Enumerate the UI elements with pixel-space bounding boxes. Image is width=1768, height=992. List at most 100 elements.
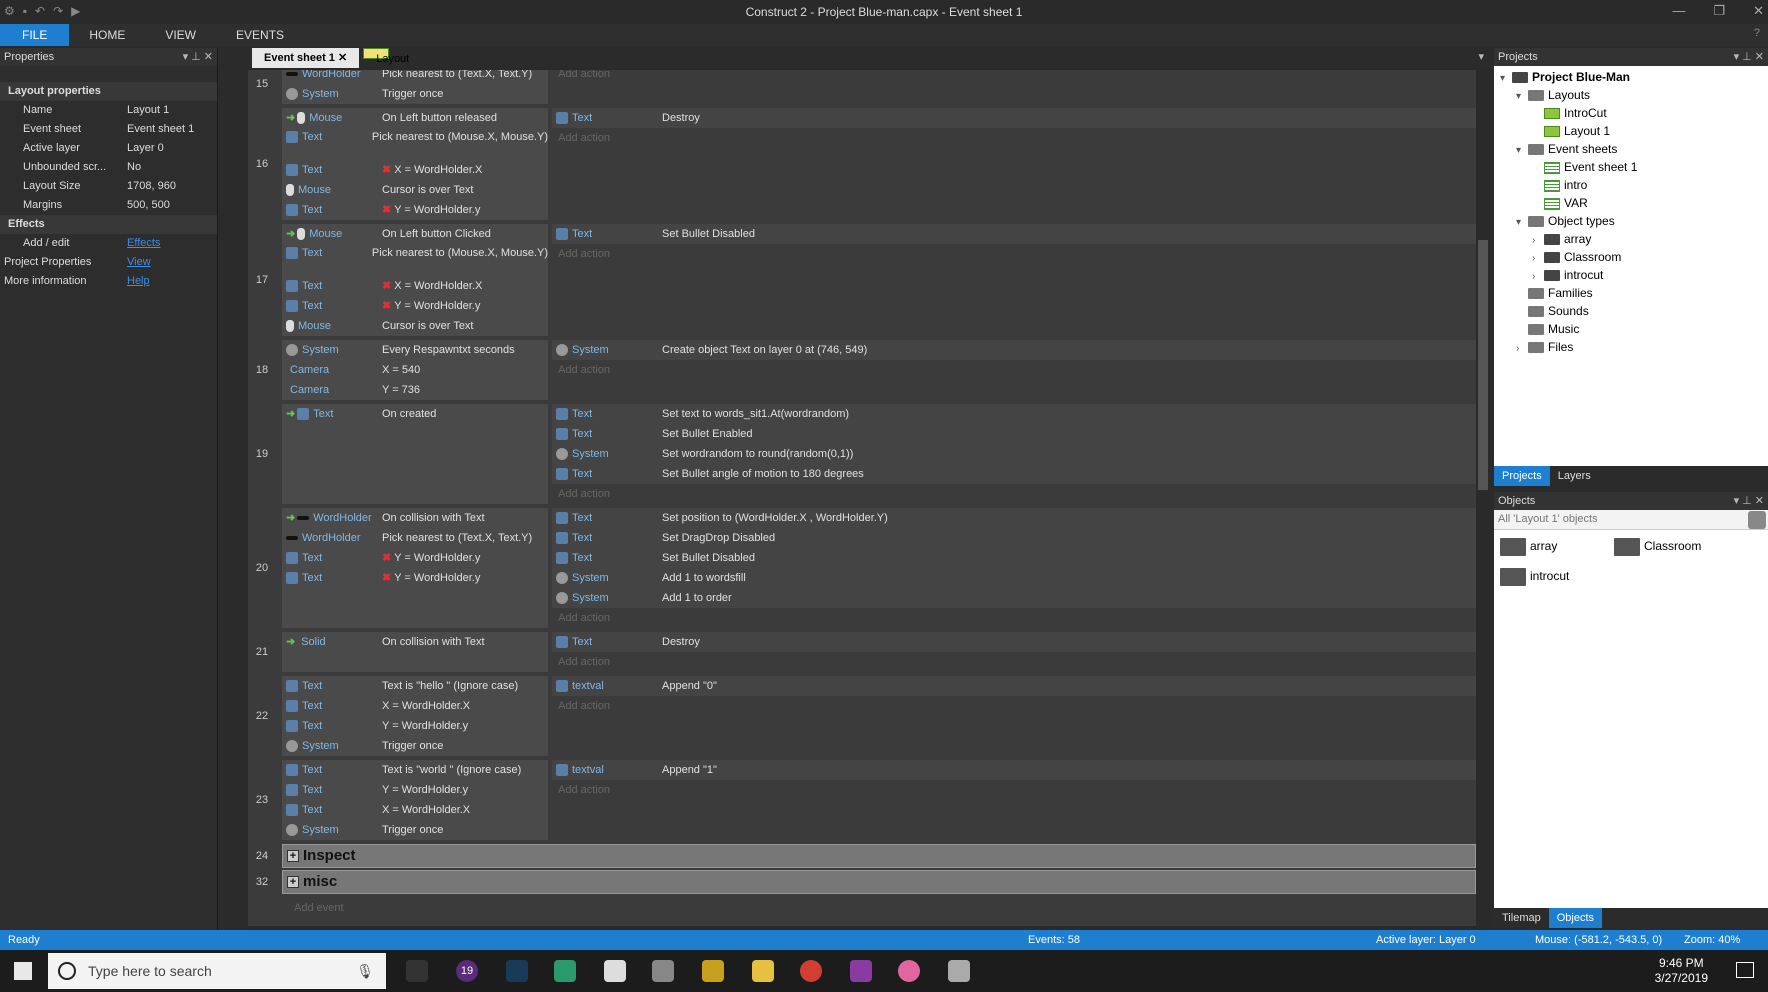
action-text[interactable]: Set wordrandom to round(random(0,1))	[652, 444, 1476, 464]
windows-start-icon[interactable]	[14, 962, 32, 980]
condition-row[interactable]: Text ✖ Y = WordHolder.y	[282, 548, 548, 568]
add-action-link[interactable]: Add action	[552, 70, 1476, 84]
action-text[interactable]: Add 1 to order	[652, 588, 1476, 608]
event-block[interactable]: ➜ Mouse On Left button Clicked Text Pick nea…	[282, 224, 1476, 336]
condition-row[interactable]: Mouse Cursor is over Text	[282, 180, 548, 200]
condition-row[interactable]: System Trigger once	[282, 84, 548, 104]
action-row[interactable]: Text Set Bullet Enabled	[552, 424, 1476, 444]
condition-text[interactable]: ✖ X = WordHolder.X	[382, 276, 548, 296]
tree-families[interactable]: Families	[1494, 284, 1768, 302]
condition-object[interactable]: Text	[282, 160, 382, 180]
condition-row[interactable]: Text ✖ Y = WordHolder.y	[282, 568, 548, 588]
event-block[interactable]: Text Text is "world " (Ignore case) Text Y …	[282, 760, 1476, 840]
tree-music[interactable]: Music	[1494, 320, 1768, 338]
condition-object[interactable]: Camera	[282, 380, 382, 400]
add-action-link[interactable]: Add action	[552, 608, 1476, 628]
condition-object[interactable]: Text	[282, 200, 382, 220]
object-item-array[interactable]: array	[1500, 538, 1557, 556]
tree-layouts[interactable]: ▾ Layouts	[1494, 86, 1768, 104]
event-conditions[interactable]: ➜ Solid On collision with Text	[282, 632, 548, 672]
condition-row[interactable]: ➜ WordHolder On collision with Text	[282, 508, 548, 528]
condition-object[interactable]: Text	[282, 568, 382, 588]
event-conditions[interactable]: ➜ WordHolder On collision with Text WordHol…	[282, 508, 548, 628]
condition-row[interactable]: Text Text is "world " (Ignore case)	[282, 760, 548, 780]
action-row[interactable]: Text Set DragDrop Disabled	[552, 528, 1476, 548]
action-row[interactable]: Text Destroy	[552, 108, 1476, 128]
event-actions[interactable]: Text Set Bullet Disabled Add action	[552, 224, 1476, 264]
action-object[interactable]: System	[552, 340, 652, 360]
action-row[interactable]: Text Set Bullet Disabled	[552, 548, 1476, 568]
condition-text[interactable]: ✖ Y = WordHolder.y	[382, 548, 548, 568]
panel-close-icon[interactable]: ▾ ⊥ ✕	[1734, 48, 1764, 66]
action-text[interactable]: Set position to (WordHolder.X , WordHold…	[652, 508, 1476, 528]
help-link[interactable]: Help	[127, 272, 217, 291]
tab-projects[interactable]: Projects	[1494, 466, 1550, 486]
event-group[interactable]: + Inspect	[282, 844, 1476, 868]
notification-icon[interactable]	[1736, 962, 1754, 978]
task-view-icon[interactable]	[406, 960, 428, 982]
prop-value[interactable]: Layout 1	[127, 101, 217, 120]
panel-close-icon[interactable]: ▾ ⊥ ✕	[183, 48, 213, 66]
event-block[interactable]: ➜ Solid On collision with Text Text Destroy A…	[282, 632, 1476, 672]
condition-text[interactable]: Y = WordHolder.y	[382, 780, 548, 800]
condition-object[interactable]: System	[282, 84, 382, 104]
tree-root[interactable]: ▾ Project Blue-Man	[1494, 68, 1768, 86]
condition-object[interactable]: Text	[282, 130, 372, 160]
ribbon-tab-events[interactable]: EVENTS	[216, 24, 304, 46]
condition-object[interactable]: Text	[282, 296, 382, 316]
condition-text[interactable]: Cursor is over Text	[382, 180, 548, 200]
event-actions[interactable]: Text Destroy Add action	[552, 108, 1476, 148]
action-row[interactable]: textval Append "1"	[552, 760, 1476, 780]
scrollbar-thumb[interactable]	[1478, 240, 1488, 490]
minimize-icon[interactable]: —	[1672, 3, 1685, 19]
action-object[interactable]: Text	[552, 224, 652, 244]
condition-row[interactable]: Text Text is "hello " (Ignore case)	[282, 676, 548, 696]
condition-text[interactable]: Trigger once	[382, 736, 548, 756]
event-actions[interactable]: System Create object Text on layer 0 at (…	[552, 340, 1476, 380]
condition-row[interactable]: Text Pick nearest to (Mouse.X, Mouse.Y)	[282, 244, 548, 276]
condition-object[interactable]: ➜ Mouse	[282, 108, 382, 128]
event-actions[interactable]: Text Destroy Add action	[552, 632, 1476, 672]
add-action-link[interactable]: Add action	[552, 484, 1476, 504]
action-row[interactable]: Text Destroy	[552, 632, 1476, 652]
vertical-scrollbar[interactable]	[1476, 70, 1490, 926]
condition-object[interactable]: ➜ WordHolder	[282, 508, 382, 528]
event-conditions[interactable]: Text Text is "hello " (Ignore case) Text X …	[282, 676, 548, 756]
action-row[interactable]: System Create object Text on layer 0 at (…	[552, 340, 1476, 360]
condition-row[interactable]: WordHolder Pick nearest to (Text.X, Text.…	[282, 70, 548, 84]
expand-icon[interactable]: +	[287, 850, 299, 862]
action-object[interactable]: System	[552, 444, 652, 464]
condition-text[interactable]: On created	[382, 404, 548, 424]
condition-row[interactable]: Text Y = WordHolder.y	[282, 780, 548, 800]
add-action-link[interactable]: Add action	[552, 244, 1476, 264]
prop-row[interactable]: Name Layout 1	[0, 101, 217, 120]
event-block[interactable]: ➜ WordHolder On collision with Text WordHol…	[282, 508, 1476, 628]
event-block[interactable]: Text Text is "hello " (Ignore case) Text X …	[282, 676, 1476, 756]
action-text[interactable]: Append "1"	[652, 760, 1476, 780]
condition-text[interactable]: ✖ Y = WordHolder.y	[382, 200, 548, 220]
condition-text[interactable]: Cursor is over Text	[382, 316, 548, 336]
action-row[interactable]: System Add 1 to order	[552, 588, 1476, 608]
app-icon[interactable]	[948, 960, 970, 982]
condition-object[interactable]: ➜ Solid	[282, 632, 382, 652]
prop-row[interactable]: Project Properties View	[0, 253, 217, 272]
action-object[interactable]: Text	[552, 632, 652, 652]
condition-object[interactable]: Text	[282, 676, 382, 696]
system-clock[interactable]: 9:46 PM 3/27/2019	[1655, 956, 1708, 986]
condition-text[interactable]: Pick nearest to (Text.X, Text.Y)	[382, 70, 548, 84]
action-object[interactable]: Text	[552, 464, 652, 484]
section-effects[interactable]: Effects	[0, 215, 217, 234]
add-event-link[interactable]: Add event	[288, 898, 344, 918]
condition-text[interactable]: On Left button released	[382, 108, 548, 128]
tree-item-introcut[interactable]: › introcut	[1494, 266, 1768, 284]
help-icon[interactable]: ?	[1754, 27, 1760, 39]
event-group[interactable]: + misc	[282, 870, 1476, 894]
add-action-link[interactable]: Add action	[552, 696, 1476, 716]
event-block[interactable]: WordHolder Pick nearest to (Text.X, Text.…	[282, 70, 1476, 104]
action-object[interactable]: System	[552, 568, 652, 588]
condition-object[interactable]: Text	[282, 548, 382, 568]
action-object[interactable]: textval	[552, 676, 652, 696]
condition-object[interactable]: ➜ Mouse	[282, 224, 382, 244]
prop-row[interactable]: Layout Size 1708, 960	[0, 177, 217, 196]
condition-object[interactable]: Camera	[282, 360, 382, 380]
